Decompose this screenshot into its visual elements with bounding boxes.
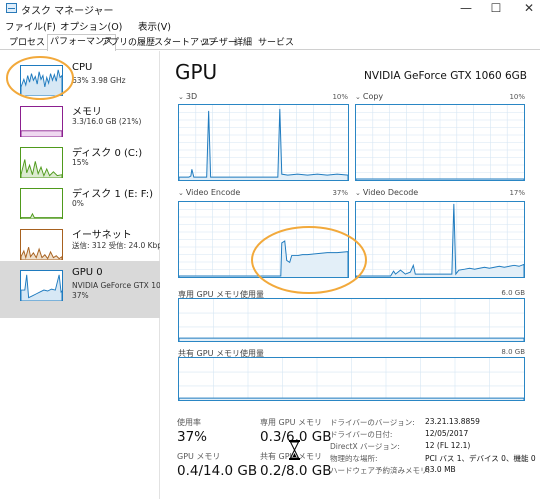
graph-3d (178, 104, 349, 181)
graph-video-decode (355, 201, 525, 278)
dedicated-gpu-memory-value: 0.3/6.0 GB (260, 429, 332, 445)
resource-detail: 63% 3.98 GHz (72, 76, 126, 85)
menu-bar: ファイル(F) オプション(O) 表示(V) (0, 18, 540, 33)
title-bar: タスク マネージャー — ☐ ✕ (0, 0, 540, 17)
ethernet-thumbnail-graph (20, 229, 63, 260)
utilization-value: 37% (177, 429, 208, 445)
resource-list: CPU 63% 3.98 GHz メモリ 3.3/16.0 GB (21%) デ… (0, 51, 160, 499)
window-title: タスク マネージャー (21, 6, 114, 17)
directx-version-value: 12 (FL 12.1) (425, 441, 471, 450)
engine-pct-video-decode: 17% (509, 189, 525, 197)
resource-usage: 37% (72, 291, 89, 300)
resource-name: ディスク 0 (C:) (72, 148, 143, 159)
engine-label-video-decode[interactable]: ⌄ Video Decode (355, 188, 418, 197)
page-title: GPU (175, 60, 218, 84)
resource-detail: NVIDIA GeForce GTX 1060 6GB (72, 281, 160, 290)
tab-services[interactable]: サービス (255, 35, 297, 50)
reserved-memory-label: ハードウェア予約済みメモリ: (330, 466, 431, 475)
driver-version-value: 23.21.13.8859 (425, 417, 480, 426)
engine-label-3d[interactable]: ⌄ 3D (178, 92, 197, 101)
gpu-memory-value: 0.4/14.0 GB (177, 463, 258, 479)
physical-location-label: 物理的な場所: (330, 454, 378, 463)
engine-label-copy[interactable]: ⌄ Copy (355, 92, 383, 101)
shared-gpu-memory-label: 共有 GPU メモリ (260, 452, 322, 461)
resource-detail: 15% (72, 158, 89, 167)
graph-dedicated-memory (178, 298, 525, 342)
engine-label-video-encode[interactable]: ⌄ Video Encode (178, 188, 240, 197)
engine-pct-3d: 10% (332, 93, 348, 101)
resource-name: イーサネット (72, 230, 132, 241)
chevron-down-icon: ⌄ (355, 93, 361, 101)
resource-name: GPU 0 (72, 267, 103, 278)
resource-detail: 送信: 312 受信: 24.0 Kbps (72, 241, 160, 250)
gpu-model-name: NVIDIA GeForce GTX 1060 6GB (364, 70, 527, 82)
task-manager-icon (6, 3, 17, 13)
engine-pct-video-encode: 37% (332, 189, 348, 197)
cpu-thumbnail-graph (20, 65, 63, 96)
shared-gpu-memory-value: 0.2/8.0 GB (260, 463, 332, 479)
disk-0-thumbnail-graph (20, 147, 63, 178)
chevron-down-icon: ⌄ (178, 189, 184, 197)
tab-processes[interactable]: プロセス (6, 35, 48, 50)
chevron-down-icon: ⌄ (355, 189, 361, 197)
directx-version-label: DirectX バージョン: (330, 442, 400, 451)
physical-location-value: PCI バス 1、デバイス 0、機能 0 (425, 454, 536, 463)
driver-date-label: ドライバーの日付: (330, 430, 393, 439)
resource-name: ディスク 1 (E: F:) (72, 189, 154, 200)
graph-shared-memory (178, 357, 525, 401)
tab-app-history[interactable]: アプリの履歴 (98, 35, 158, 50)
driver-version-label: ドライバーのバージョン: (330, 418, 415, 427)
resource-name: メモリ (72, 107, 102, 118)
chevron-down-icon: ⌄ (178, 93, 184, 101)
disk-1-thumbnail-graph (20, 188, 63, 219)
tab-details[interactable]: 詳細 (231, 35, 255, 50)
resource-detail: 3.3/16.0 GB (21%) (72, 117, 142, 126)
shared-memory-max: 8.0 GB (501, 348, 525, 356)
resource-gpu-0[interactable]: GPU 0 NVIDIA GeForce GTX 1060 6GB 37% (0, 261, 160, 318)
gpu-0-thumbnail-graph (20, 270, 63, 301)
dedicated-gpu-memory-label: 専用 GPU メモリ (260, 418, 322, 427)
gpu-memory-label: GPU メモリ (177, 452, 221, 461)
dedicated-memory-max: 6.0 GB (501, 289, 525, 297)
engine-pct-copy: 10% (509, 93, 525, 101)
resource-detail: 0% (72, 199, 84, 208)
graph-video-encode (178, 201, 349, 278)
menu-options[interactable]: オプション(O) (60, 19, 122, 33)
tab-strip: プロセス パフォーマンス アプリの履歴 スタートアップ ユーザー 詳細 サービス (0, 34, 540, 51)
menu-view[interactable]: 表示(V) (138, 19, 171, 33)
driver-date-value: 12/05/2017 (425, 429, 469, 438)
menu-file[interactable]: ファイル(F) (5, 19, 56, 33)
reserved-memory-value: 83.0 MB (425, 465, 456, 474)
close-button[interactable]: ✕ (510, 0, 540, 17)
memory-thumbnail-graph (20, 106, 63, 137)
utilization-label: 使用率 (177, 418, 201, 427)
resource-name: CPU (72, 62, 93, 73)
graph-copy (355, 104, 525, 181)
